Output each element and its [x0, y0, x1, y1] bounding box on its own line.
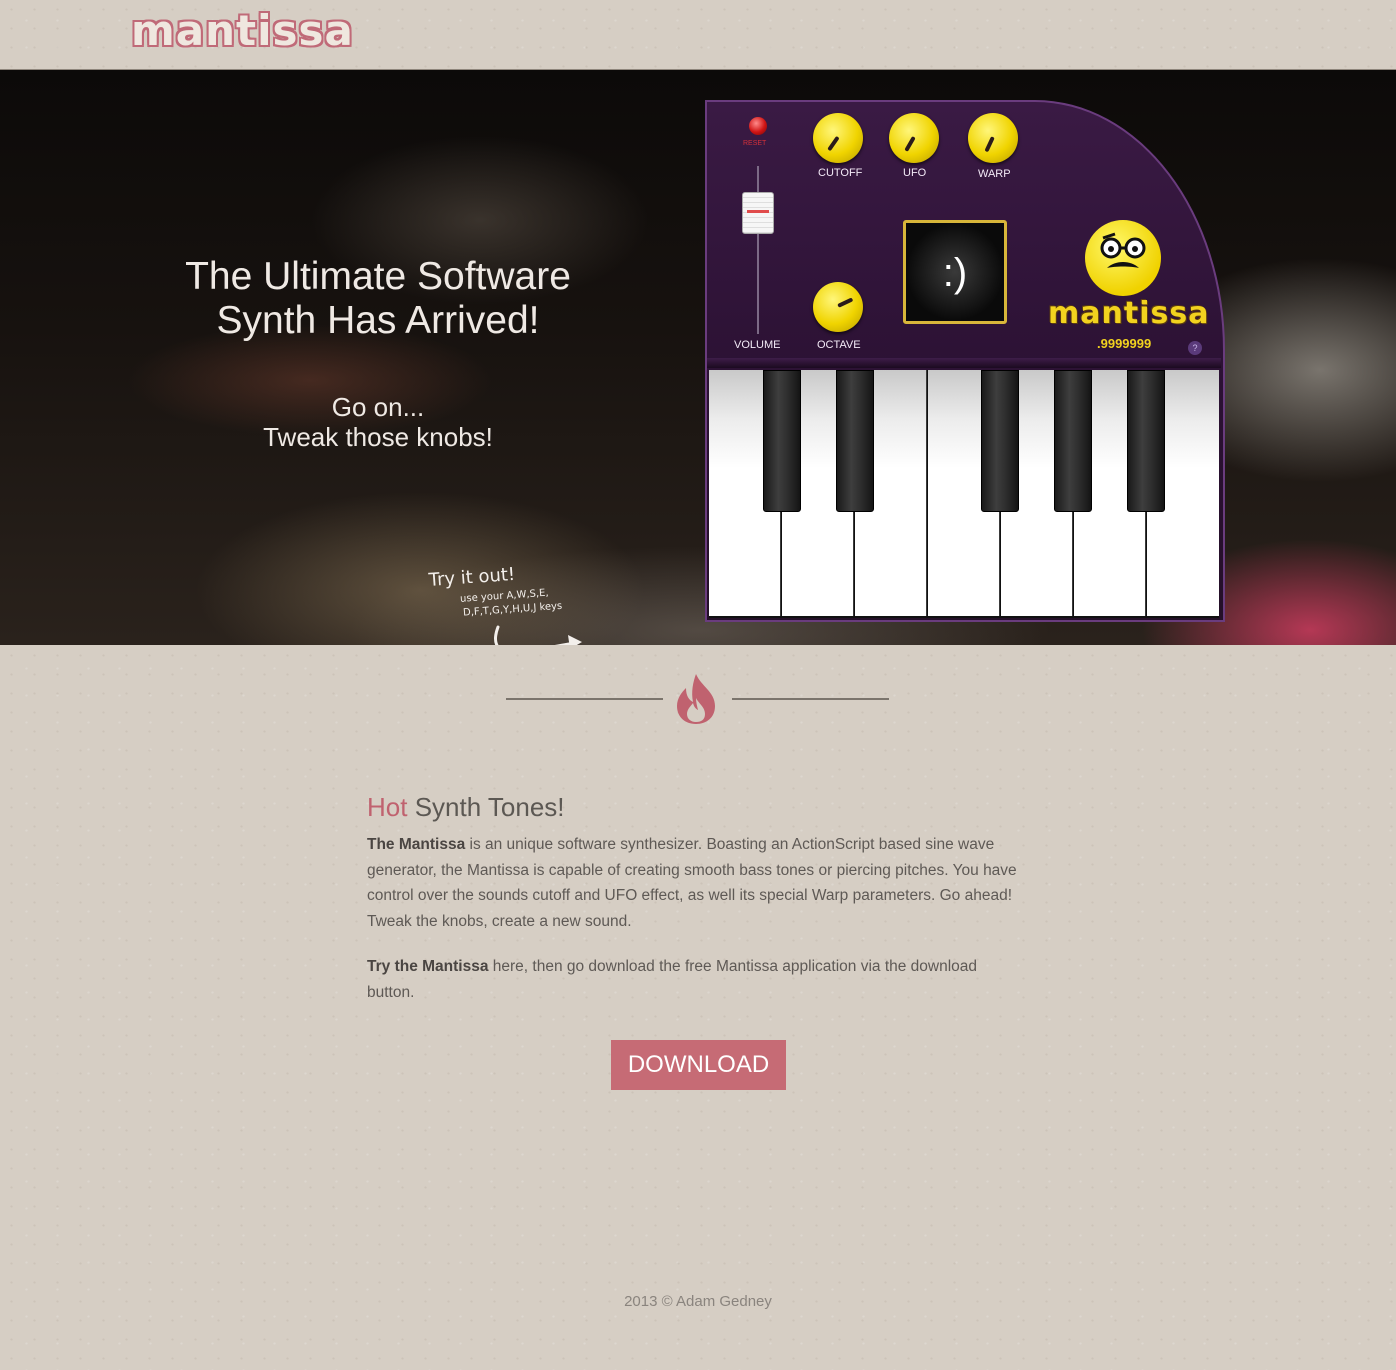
warp-knob[interactable]	[968, 113, 1018, 163]
intro-text: is an unique software synthesizer. Boast…	[367, 836, 1017, 930]
volume-slider-handle[interactable]	[742, 192, 774, 234]
reset-label: RESET	[743, 140, 767, 147]
cutoff-knob[interactable]	[813, 113, 863, 163]
help-button[interactable]: ?	[1188, 341, 1202, 355]
octave-label: OCTAVE	[817, 339, 861, 351]
section-headline: Hot Synth Tones!	[367, 792, 565, 823]
black-key-a-sharp[interactable]	[1127, 370, 1165, 512]
black-key-g-sharp[interactable]	[1054, 370, 1092, 512]
site-header: mantissa	[0, 0, 1396, 70]
black-key-c-sharp[interactable]	[763, 370, 801, 512]
ufo-label: UFO	[903, 167, 927, 179]
try-bold: Try the Mantissa	[367, 958, 489, 975]
synth-widget: RESET VOLUME CUTOFF UFO WARP OCTAVE :) m…	[705, 100, 1225, 622]
logo[interactable]: mantissa	[131, 6, 354, 56]
intro-bold: The Mantissa	[367, 836, 466, 853]
try-it-title: Try it out!	[428, 563, 516, 591]
screen-face: :)	[942, 251, 968, 295]
reset-button[interactable]	[749, 117, 767, 135]
hero-title-line1: The Ultimate Software	[185, 255, 571, 298]
black-key-f-sharp[interactable]	[981, 370, 1019, 512]
hero-sub-line2: Tweak those knobs!	[263, 422, 493, 452]
octave-knob[interactable]	[813, 282, 863, 332]
curved-arrow-icon	[494, 625, 582, 645]
divider-right	[732, 698, 889, 700]
ufo-knob[interactable]	[889, 113, 939, 163]
display-screen: :)	[903, 220, 1007, 324]
cutoff-label: CUTOFF	[818, 167, 863, 179]
hero-sub-line1: Go on...	[331, 392, 425, 422]
footer-credit: 2013 © Adam Gedney	[624, 1293, 772, 1310]
panel-divider	[707, 358, 1221, 368]
flame-icon	[677, 674, 715, 724]
hero-subtitle: Go on... Tweak those knobs!	[200, 392, 556, 452]
warp-label: WARP	[978, 168, 1011, 180]
volume-label: VOLUME	[734, 339, 781, 351]
intro-paragraph: The Mantissa is an unique software synth…	[367, 832, 1027, 934]
divider-left	[506, 698, 663, 700]
hero-title: The Ultimate Software Synth Has Arrived!	[160, 255, 596, 343]
synth-version: .9999999	[1097, 336, 1152, 351]
piano-keyboard	[709, 370, 1219, 618]
try-paragraph: Try the Mantissa here, then go download …	[367, 954, 1027, 1005]
synth-brand: mantissa	[1048, 296, 1210, 331]
mascot-face-icon	[1085, 220, 1161, 296]
download-button[interactable]: DOWNLOAD	[611, 1040, 786, 1090]
headline-rest: Synth Tones!	[407, 792, 565, 822]
headline-hot: Hot	[367, 792, 408, 822]
black-key-d-sharp[interactable]	[836, 370, 874, 512]
hero-title-line2: Synth Has Arrived!	[216, 299, 540, 342]
